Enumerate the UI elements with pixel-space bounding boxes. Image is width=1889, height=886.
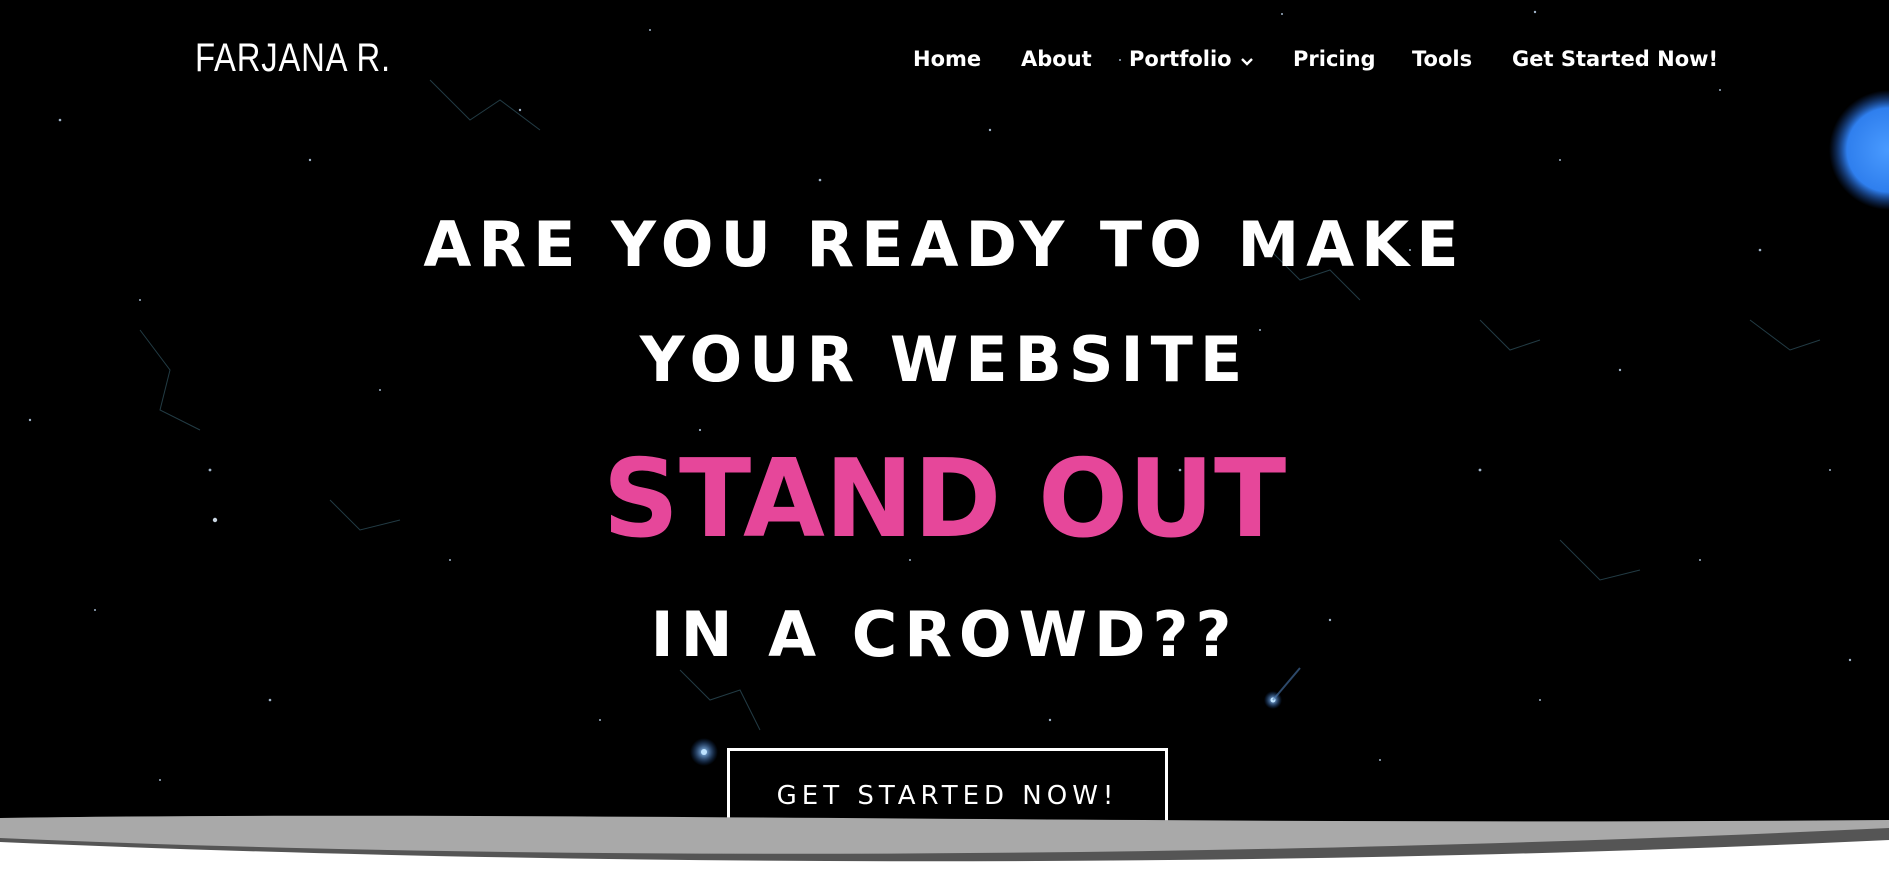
nav-item-tools[interactable]: Tools <box>1412 44 1472 74</box>
nav-item-pricing[interactable]: Pricing <box>1293 44 1376 74</box>
hero-section: FARJANA R. Home About Portfolio Pricing … <box>0 0 1889 886</box>
hero-headline-line-1: ARE YOU READY TO MAKE <box>423 208 1466 281</box>
hero-headline-highlight: STAND OUT <box>602 437 1287 562</box>
nav-item-portfolio[interactable]: Portfolio <box>1129 44 1254 75</box>
hero-headline-line-2: YOUR WEBSITE <box>639 323 1250 396</box>
wave-divider <box>0 815 1889 886</box>
nav-item-home[interactable]: Home <box>913 44 981 74</box>
planet <box>1829 90 1889 210</box>
hero-headline-line-4: IN A CROWD?? <box>650 598 1239 671</box>
chevron-down-icon <box>1240 45 1254 75</box>
main-navigation: Home About Portfolio Pricing Tools Get S… <box>0 44 1889 74</box>
nav-item-get-started[interactable]: Get Started Now! <box>1512 44 1718 74</box>
nav-item-portfolio-label: Portfolio <box>1129 47 1232 71</box>
nav-item-about[interactable]: About <box>1021 44 1092 74</box>
